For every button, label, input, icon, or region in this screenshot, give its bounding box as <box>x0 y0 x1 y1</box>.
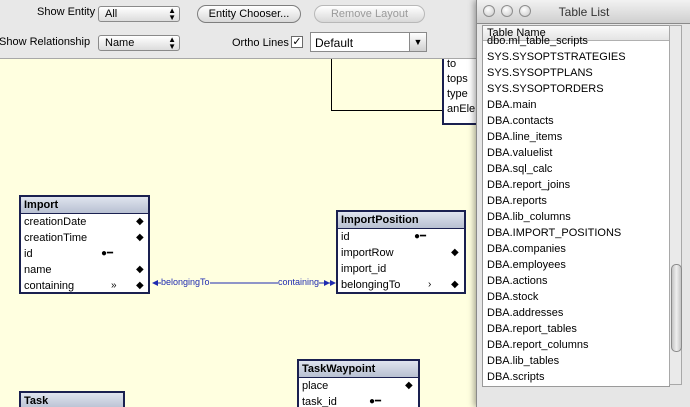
table-list[interactable]: Table Name dbo.ml_table_scripts SYS.SYSO… <box>482 25 670 387</box>
entity-import-position[interactable]: ImportPosition id ●━ importRow ◆ import_… <box>336 210 466 294</box>
window-footer <box>477 389 690 407</box>
diamond-icon: ◆ <box>136 264 144 275</box>
attribute-name: containing <box>24 280 75 292</box>
show-entity-popup[interactable]: All ▲ ▼ <box>98 6 180 22</box>
list-item[interactable]: DBA.line_items <box>483 129 669 145</box>
relationship-label-left: belongingTo <box>161 277 210 287</box>
attribute-name: place <box>302 380 329 392</box>
list-item[interactable]: DBA.lib_tables <box>483 353 669 369</box>
entity-attribute: type <box>447 88 468 100</box>
vertical-scrollbar[interactable] <box>669 25 682 385</box>
key-icon: ●━ <box>101 248 114 259</box>
entity-attribute: id ●━ <box>21 246 148 262</box>
entity-import[interactable]: Import creationDate ◆ creationTime ◆ id … <box>19 195 150 294</box>
layout-combo[interactable]: Default ▼ <box>310 32 427 52</box>
entity-title: Import <box>21 197 148 214</box>
entity-attribute: name ◆ <box>21 262 148 278</box>
diamond-icon: ◆ <box>136 216 144 227</box>
entity-task[interactable]: Task <box>19 391 125 407</box>
entity-attribute: anEle <box>447 103 476 115</box>
entity-attribute: to <box>447 59 457 70</box>
entity-attribute: importRow ◆ <box>338 245 464 261</box>
attribute-name: import_id <box>341 263 387 275</box>
entity-attribute: creationDate ◆ <box>21 214 148 230</box>
attribute-name: creationDate <box>24 216 87 228</box>
diamond-icon: ◆ <box>136 280 144 291</box>
diamond-icon: ◆ <box>451 247 459 258</box>
entity-title: TaskWaypoint <box>299 361 418 378</box>
list-item[interactable]: DBA.valuelist <box>483 145 669 161</box>
attribute-name: belongingTo <box>341 279 401 291</box>
window-title: Table List <box>558 5 610 19</box>
list-item[interactable]: DBA.employees <box>483 257 669 273</box>
list-item[interactable]: DBA.companies <box>483 241 669 257</box>
list-item[interactable]: DBA.report_tables <box>483 321 669 337</box>
entity-attribute: tops <box>447 73 468 85</box>
entity-task-waypoint[interactable]: TaskWaypoint place ◆ task_id ●━ <box>297 359 420 407</box>
list-item[interactable]: DBA.scripts <box>483 369 669 385</box>
up-down-arrows-icon: ▲ ▼ <box>168 6 176 22</box>
list-item[interactable]: DBA.report_columns <box>483 337 669 353</box>
list-item[interactable]: DBA.reports <box>483 193 669 209</box>
key-icon: ●━ <box>369 396 382 407</box>
list-item[interactable]: DBA.lib_columns <box>483 209 669 225</box>
triangle-down-icon[interactable]: ▼ <box>409 33 426 51</box>
show-relationship-popup[interactable]: Name ▲ ▼ <box>98 35 180 51</box>
window-titlebar[interactable]: Table List <box>477 0 690 24</box>
table-list-window: Table List Table Name dbo.ml_table_scrip… <box>476 0 690 407</box>
entity-attribute: containing » ◆ <box>21 278 148 294</box>
entity-attribute: import_id <box>338 261 464 277</box>
ortho-lines-checkbox[interactable]: ✓ <box>291 36 303 48</box>
attribute-name: task_id <box>302 396 337 407</box>
show-entity-value: All <box>105 8 118 20</box>
list-item[interactable]: DBA.stock <box>483 289 669 305</box>
list-item[interactable]: DBA.addresses <box>483 305 669 321</box>
connector-line <box>331 110 443 111</box>
diamond-icon: ◆ <box>136 232 144 243</box>
diamond-icon: ◆ <box>405 380 413 391</box>
attribute-name: name <box>24 264 52 276</box>
list-item[interactable]: DBA.contacts <box>483 113 669 129</box>
entity-attribute: belongingTo › ◆ <box>338 277 464 293</box>
entity-title: Task <box>21 393 123 407</box>
connector-line <box>331 59 332 111</box>
list-item[interactable]: dbo.ml_table_scripts <box>483 33 669 49</box>
attribute-name: importRow <box>341 247 394 259</box>
list-item[interactable]: SYS.SYSOPTORDERS <box>483 81 669 97</box>
show-entity-label: Show Entity <box>37 6 96 18</box>
attribute-name: creationTime <box>24 232 88 244</box>
entity-attribute: task_id ●━ <box>299 394 418 407</box>
attribute-name: id <box>341 231 350 243</box>
remove-layout-button[interactable]: Remove Layout <box>314 5 425 23</box>
list-item[interactable]: DBA.IMPORT_POSITIONS <box>483 225 669 241</box>
diamond-icon: ◆ <box>451 279 459 290</box>
ortho-lines-label: Ortho Lines <box>232 37 289 49</box>
to-one-icon: › <box>428 279 432 290</box>
entity-attribute: id ●━ <box>338 229 464 245</box>
relationship-label-right: containing <box>278 277 320 287</box>
show-relationship-value: Name <box>105 37 135 49</box>
layout-value: Default <box>315 36 354 50</box>
key-icon: ●━ <box>414 231 427 242</box>
entity-chooser-button[interactable]: Entity Chooser... <box>197 5 301 23</box>
list-item[interactable]: DBA.main <box>483 97 669 113</box>
up-down-arrows-icon: ▲ ▼ <box>168 35 176 51</box>
entity-title: ImportPosition <box>338 212 464 229</box>
entity-attribute: creationTime ◆ <box>21 230 148 246</box>
scrollbar-thumb[interactable] <box>671 264 682 352</box>
list-item[interactable]: DBA.report_joins <box>483 177 669 193</box>
to-many-icon: » <box>111 280 117 291</box>
show-relationship-label: Show Relationship <box>0 36 91 48</box>
attribute-name: id <box>24 248 33 260</box>
list-item[interactable]: DBA.actions <box>483 273 669 289</box>
list-item[interactable]: SYS.SYSOPTPLANS <box>483 65 669 81</box>
list-item[interactable]: SYS.SYSOPTSTRATEGIES <box>483 49 669 65</box>
entity-attribute: place ◆ <box>299 378 418 394</box>
list-item[interactable]: DBA.sql_calc <box>483 161 669 177</box>
